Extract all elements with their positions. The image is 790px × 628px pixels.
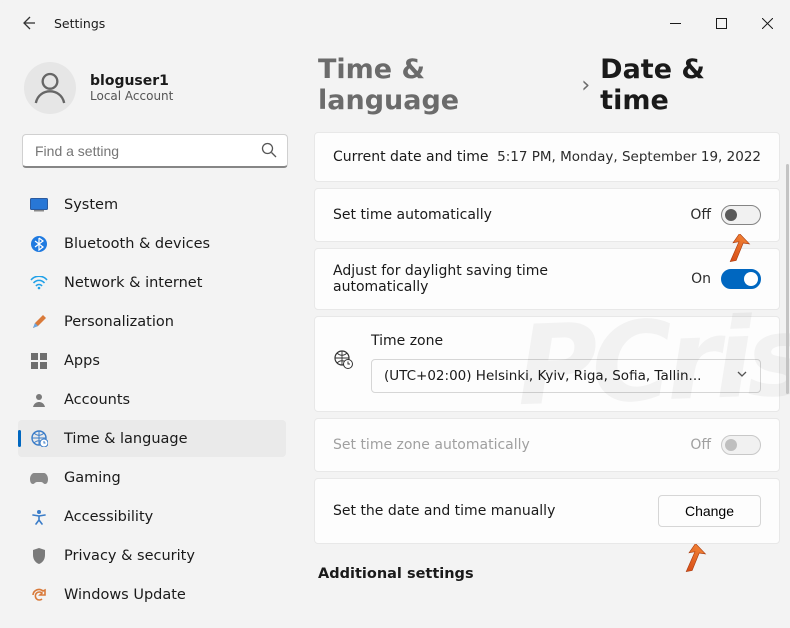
sidebar-item-personalization[interactable]: Personalization <box>18 303 286 340</box>
toggle-state-text: Off <box>690 207 711 223</box>
window-title: Settings <box>54 16 105 31</box>
sidebar-item-label: Gaming <box>64 470 121 486</box>
sidebar-item-label: Privacy & security <box>64 548 195 564</box>
gaming-icon <box>30 469 48 487</box>
sidebar: bloguser1 Local Account System Bluetooth… <box>0 46 300 628</box>
user-account-type: Local Account <box>90 89 173 103</box>
sidebar-item-label: Accessibility <box>64 509 153 525</box>
maximize-button[interactable] <box>698 0 744 46</box>
scrollbar[interactable] <box>786 164 789 394</box>
sidebar-item-bluetooth[interactable]: Bluetooth & devices <box>18 225 286 262</box>
sidebar-item-privacy[interactable]: Privacy & security <box>18 537 286 574</box>
set-time-auto-toggle[interactable] <box>721 205 761 225</box>
globe-icon <box>333 349 353 373</box>
sidebar-item-gaming[interactable]: Gaming <box>18 459 286 496</box>
accounts-icon <box>30 391 48 409</box>
dst-auto-toggle[interactable] <box>721 269 761 289</box>
dst-auto-row: Adjust for daylight saving time automati… <box>314 248 780 310</box>
sidebar-item-accessibility[interactable]: Accessibility <box>18 498 286 535</box>
set-time-manual-label: Set the date and time manually <box>333 503 555 519</box>
sidebar-item-apps[interactable]: Apps <box>18 342 286 379</box>
monitor-icon <box>30 196 48 214</box>
sidebar-item-system[interactable]: System <box>18 186 286 223</box>
back-button[interactable] <box>18 13 38 33</box>
page-title: Date & time <box>600 54 780 116</box>
dst-auto-label: Adjust for daylight saving time automati… <box>333 263 563 295</box>
arrow-left-icon <box>20 15 36 31</box>
current-time-value: 5:17 PM, Monday, September 19, 2022 <box>497 149 761 165</box>
set-time-manual-row: Set the date and time manually Change <box>314 478 780 544</box>
brush-icon <box>30 313 48 331</box>
minimize-button[interactable] <box>652 0 698 46</box>
timezone-selected: (UTC+02:00) Helsinki, Kyiv, Riga, Sofia,… <box>384 368 701 384</box>
chevron-down-icon <box>736 368 748 384</box>
sidebar-item-label: Apps <box>64 353 100 369</box>
toggle-state-text: Off <box>690 437 711 453</box>
title-bar: Settings <box>0 0 790 46</box>
close-icon <box>762 18 773 29</box>
toggle-state-text: On <box>691 271 711 287</box>
set-tz-auto-toggle <box>721 435 761 455</box>
annotation-arrow-icon <box>680 544 708 572</box>
sidebar-item-label: Bluetooth & devices <box>64 236 210 252</box>
change-button[interactable]: Change <box>658 495 761 527</box>
accessibility-icon <box>30 508 48 526</box>
window-controls <box>652 0 790 46</box>
search-wrap <box>22 134 288 168</box>
globe-clock-icon <box>30 430 48 448</box>
breadcrumb-parent[interactable]: Time & language <box>318 54 571 116</box>
annotation-arrow-icon <box>724 234 752 262</box>
close-button[interactable] <box>744 0 790 46</box>
sidebar-item-label: Network & internet <box>64 275 202 291</box>
current-time-row: Current date and time 5:17 PM, Monday, S… <box>314 132 780 182</box>
sidebar-nav: System Bluetooth & devices Network & int… <box>18 186 292 613</box>
apps-icon <box>30 352 48 370</box>
breadcrumb: Time & language › Date & time <box>314 50 780 132</box>
avatar <box>24 62 76 114</box>
profile-block[interactable]: bloguser1 Local Account <box>18 56 292 132</box>
sidebar-item-windows-update[interactable]: Windows Update <box>18 576 286 613</box>
user-icon <box>30 68 70 108</box>
sidebar-item-label: Personalization <box>64 314 174 330</box>
current-time-label: Current date and time <box>333 149 488 165</box>
user-name: bloguser1 <box>90 73 173 89</box>
wifi-icon <box>30 274 48 292</box>
maximize-icon <box>716 18 727 29</box>
sidebar-item-label: System <box>64 197 118 213</box>
shield-icon <box>30 547 48 565</box>
sidebar-item-network[interactable]: Network & internet <box>18 264 286 301</box>
search-input[interactable] <box>22 134 288 168</box>
main-content: PCrisk Time & language › Date & time Cur… <box>300 46 790 628</box>
sidebar-item-label: Accounts <box>64 392 130 408</box>
sidebar-item-label: Time & language <box>64 431 188 447</box>
additional-settings-heading: Additional settings <box>314 550 780 586</box>
sidebar-item-time-language[interactable]: Time & language <box>18 420 286 457</box>
settings-window: Settings bloguser1 Local Account <box>0 0 790 628</box>
minimize-icon <box>670 18 681 29</box>
set-tz-auto-label: Set time zone automatically <box>333 437 530 453</box>
timezone-row: Time zone (UTC+02:00) Helsinki, Kyiv, Ri… <box>314 316 780 412</box>
timezone-label: Time zone <box>371 333 761 349</box>
set-time-auto-row: Set time automatically Off <box>314 188 780 242</box>
bluetooth-icon <box>30 235 48 253</box>
timezone-select[interactable]: (UTC+02:00) Helsinki, Kyiv, Riga, Sofia,… <box>371 359 761 393</box>
sidebar-item-accounts[interactable]: Accounts <box>18 381 286 418</box>
sidebar-item-label: Windows Update <box>64 587 186 603</box>
update-icon <box>30 586 48 604</box>
chevron-right-icon: › <box>581 73 590 98</box>
search-icon <box>260 141 278 159</box>
set-tz-auto-row: Set time zone automatically Off <box>314 418 780 472</box>
set-time-auto-label: Set time automatically <box>333 207 492 223</box>
